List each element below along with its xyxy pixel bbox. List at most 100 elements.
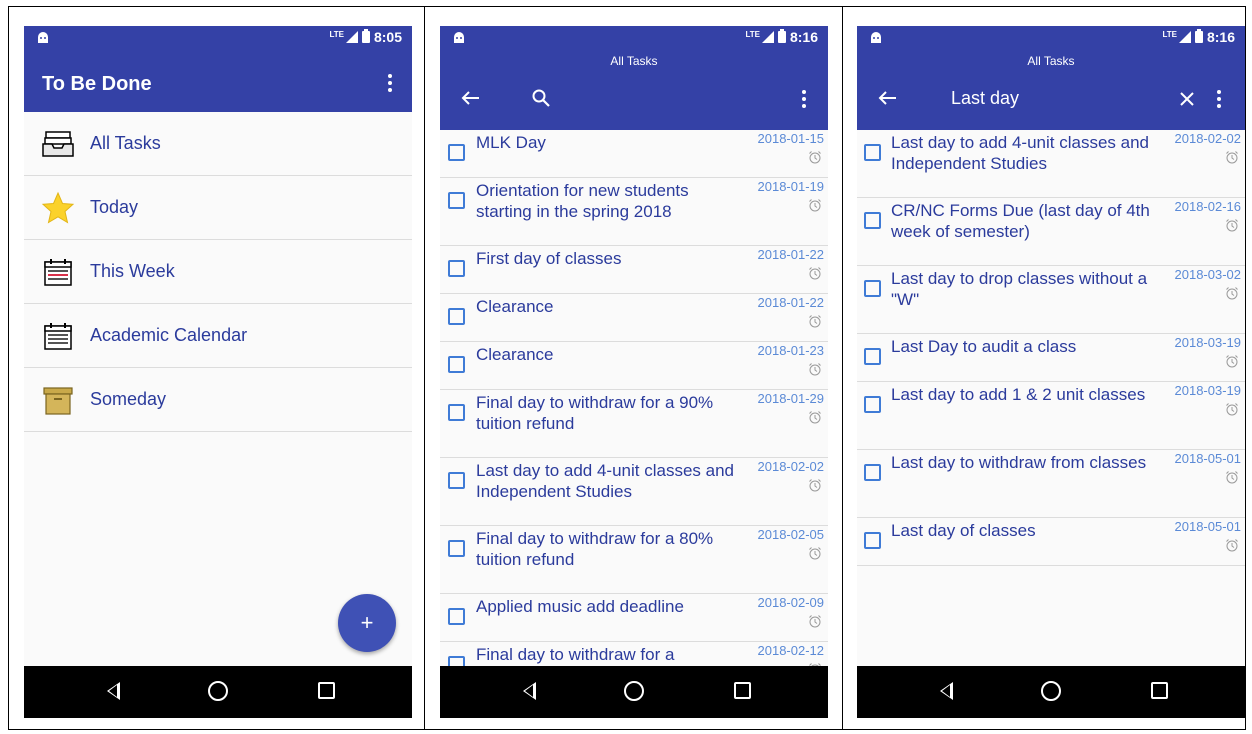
alarm-icon — [809, 411, 821, 424]
back-nav-icon[interactable] — [107, 682, 120, 700]
task-row[interactable]: Last day to add 1 & 2 unit classes 2018-… — [857, 382, 1245, 450]
phone-screen-search-results: LTE 8:16 All Tasks Last day Last day to … — [857, 26, 1245, 718]
nav-item-this-week[interactable]: This Week — [24, 240, 412, 304]
task-checkbox[interactable] — [448, 144, 465, 161]
task-date: 2018-01-22 — [757, 295, 825, 310]
add-task-fab[interactable]: + — [338, 594, 396, 652]
task-checkbox[interactable] — [448, 404, 465, 421]
task-checkbox[interactable] — [448, 472, 465, 489]
task-checkbox[interactable] — [448, 540, 465, 557]
home-nav-icon[interactable] — [208, 681, 228, 701]
task-checkbox[interactable] — [864, 396, 881, 413]
back-nav-icon[interactable] — [523, 682, 536, 700]
nav-item-someday[interactable]: Someday — [24, 368, 412, 432]
app-title: To Be Done — [42, 73, 152, 95]
task-row[interactable]: Last day to add 4-unit classes and Indep… — [857, 130, 1245, 198]
task-checkbox[interactable] — [448, 356, 465, 373]
calendar-week-icon — [40, 254, 76, 290]
task-checkbox[interactable] — [864, 348, 881, 365]
task-row[interactable]: Last day to drop classes without a "W" 2… — [857, 266, 1245, 334]
alarm-icon — [1226, 219, 1238, 232]
task-row[interactable]: Last Day to audit a class 2018-03-19 — [857, 334, 1245, 382]
task-title: Orientation for new students starting in… — [476, 181, 689, 221]
task-checkbox[interactable] — [864, 464, 881, 481]
task-date: 2018-02-05 — [757, 527, 825, 542]
task-title: Last day to add 1 & 2 unit classes — [891, 385, 1146, 404]
task-row[interactable]: Final day to withdraw for a 80% tuition … — [440, 526, 828, 594]
task-date: 2018-03-19 — [1174, 335, 1242, 350]
task-checkbox[interactable] — [864, 532, 881, 549]
task-title: Final day to withdraw for a 80% tuition … — [476, 529, 714, 569]
task-title: Last day of classes — [891, 521, 1036, 540]
back-nav-icon[interactable] — [940, 682, 953, 700]
task-checkbox[interactable] — [448, 192, 465, 209]
task-row[interactable]: MLK Day 2018-01-15 — [440, 130, 828, 178]
network-type: LTE — [745, 30, 760, 39]
nav-item-academic-calendar[interactable]: Academic Calendar — [24, 304, 412, 368]
task-row[interactable]: CR/NC Forms Due (last day of 4th week of… — [857, 198, 1245, 266]
task-row[interactable]: Last day to add 4-unit classes and Indep… — [440, 458, 828, 526]
task-row[interactable]: Last day to withdraw from classes 2018-0… — [857, 450, 1245, 518]
back-arrow-icon[interactable] — [877, 90, 897, 106]
task-checkbox[interactable] — [448, 260, 465, 277]
search-input[interactable]: Last day — [951, 88, 1019, 109]
alarm-icon — [809, 199, 821, 212]
alarm-icon — [1226, 403, 1238, 416]
system-nav-bar — [857, 666, 1245, 718]
status-time: 8:16 — [1206, 29, 1235, 45]
alarm-icon — [1226, 355, 1238, 368]
task-checkbox[interactable] — [448, 608, 465, 625]
nav-item-label: All Tasks — [90, 133, 161, 153]
battery-icon — [777, 29, 786, 43]
status-time: 8:05 — [373, 29, 402, 45]
task-date: 2018-03-19 — [1174, 383, 1242, 398]
task-title: Last day to add 4-unit classes and Indep… — [476, 461, 734, 501]
task-checkbox[interactable] — [864, 144, 881, 161]
task-row[interactable]: Clearance 2018-01-23 — [440, 342, 828, 390]
search-icon[interactable] — [532, 89, 550, 107]
task-title: Applied music add deadline — [476, 597, 684, 616]
nav-item-today[interactable]: Today — [24, 176, 412, 240]
android-notification-icon — [454, 32, 464, 43]
task-date: 2018-05-01 — [1174, 519, 1242, 534]
recents-nav-icon[interactable] — [1151, 682, 1168, 699]
system-nav-bar — [440, 666, 828, 718]
home-nav-icon[interactable] — [1041, 681, 1061, 701]
network-type: LTE — [1162, 30, 1177, 39]
panel-divider — [842, 6, 843, 730]
close-icon[interactable] — [1179, 91, 1195, 107]
task-row[interactable]: Applied music add deadline 2018-02-09 — [440, 594, 828, 642]
android-notification-icon — [871, 32, 881, 43]
task-row[interactable]: Final day to withdraw for a 90% tuition … — [440, 390, 828, 458]
task-date: 2018-02-02 — [1174, 131, 1242, 146]
task-row[interactable]: Orientation for new students starting in… — [440, 178, 828, 246]
alarm-icon — [1226, 471, 1238, 484]
android-notification-icon — [38, 32, 48, 43]
task-title: Last day to withdraw from classes — [891, 453, 1147, 472]
nav-item-all-tasks[interactable]: All Tasks — [24, 112, 412, 176]
recents-nav-icon[interactable] — [318, 682, 335, 699]
star-icon — [40, 190, 76, 226]
overflow-menu-icon[interactable] — [388, 74, 392, 92]
task-row[interactable]: Clearance 2018-01-22 — [440, 294, 828, 342]
phone-screen-all-tasks: LTE 8:16 All Tasks MLK Day 2018-01-15 Or… — [440, 26, 828, 718]
task-row[interactable]: Last day of classes 2018-05-01 — [857, 518, 1245, 566]
back-arrow-icon[interactable] — [460, 90, 480, 106]
task-checkbox[interactable] — [864, 212, 881, 229]
recents-nav-icon[interactable] — [734, 682, 751, 699]
task-row[interactable]: First day of classes 2018-01-22 — [440, 246, 828, 294]
alarm-icon — [809, 151, 821, 164]
home-nav-icon[interactable] — [624, 681, 644, 701]
task-list: Last day to add 4-unit classes and Indep… — [857, 130, 1245, 566]
overflow-menu-icon[interactable] — [802, 90, 806, 108]
alarm-icon — [809, 267, 821, 280]
task-date: 2018-01-23 — [757, 343, 825, 358]
status-indicators: LTE 8:16 — [1162, 29, 1235, 45]
overflow-menu-icon[interactable] — [1217, 90, 1221, 108]
signal-icon — [761, 31, 774, 43]
task-checkbox[interactable] — [448, 308, 465, 325]
panel-divider — [424, 6, 425, 730]
task-checkbox[interactable] — [864, 280, 881, 297]
app-bar: LTE 8:05 To Be Done — [24, 26, 412, 112]
inbox-icon — [40, 126, 76, 162]
